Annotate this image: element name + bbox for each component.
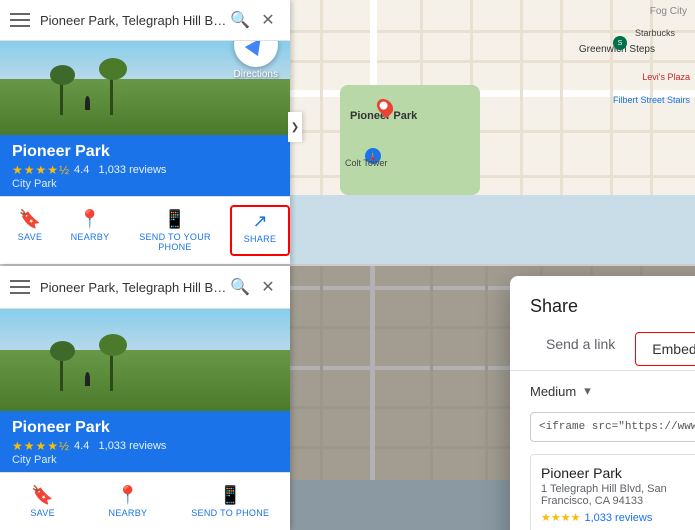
levis-label: Levi's Plaza [642, 72, 690, 82]
place-image: Directions [0, 41, 290, 135]
action-buttons-bottom: 🔖 SAVE 📍 NEARBY 📱 SEND TO PHONE [0, 472, 290, 530]
place-type-top: City Park [12, 178, 278, 190]
save-label: SAVE [18, 232, 43, 242]
tab-send-link[interactable]: Send a link [530, 328, 631, 371]
search-text-bottom: Pioneer Park, Telegraph Hill Boul [40, 280, 228, 295]
send-to-phone-button[interactable]: 📱 SEND TO YOUR PHONE [120, 205, 230, 256]
stars-top: ★★★★½ [12, 163, 70, 177]
filbert-label: Filbert Street Stairs [613, 95, 690, 105]
map-area-top: Fog City Pioneer Park 🗼 Colt Tower Green… [290, 0, 695, 264]
nearby-icon-bottom: 📍 [117, 485, 139, 506]
fog-city-label: Fog City [650, 6, 687, 17]
share-tabs: Send a link Embed a map [510, 328, 695, 371]
share-icon: ↗ [252, 211, 267, 232]
preview-rating-row: ★★★★ 1,033 reviews [541, 511, 695, 524]
preview-stars: ★★★★ [541, 511, 580, 524]
size-dropdown-arrow: ▾ [584, 383, 591, 399]
bottom-panel: Pioneer Park, Telegraph Hill Boul 🔍 ✕ Pi… [0, 264, 695, 528]
directions-button[interactable]: Directions [234, 41, 278, 80]
search-button[interactable]: 🔍 [228, 8, 252, 32]
size-row: Medium ▾ [530, 383, 695, 399]
map-preview-left: Pioneer Park 1 Telegraph Hill Blvd, San … [531, 455, 695, 530]
preview-place-name: Pioneer Park [541, 465, 695, 481]
place-name-bottom: Pioneer Park [12, 419, 278, 437]
starbucks-label: Starbucks [635, 28, 675, 38]
map-pin [378, 98, 392, 116]
place-info-top: Pioneer Park ★★★★½ 4.4 1,033 reviews Cit… [0, 135, 290, 196]
nearby-label-bottom: NEARBY [109, 508, 148, 518]
share-modal-title: Share [530, 296, 578, 317]
html-input[interactable]: <iframe src="https://www.google.com/maps… [530, 412, 695, 442]
close-button[interactable]: ✕ [256, 8, 280, 32]
hamburger-icon-bottom[interactable] [10, 280, 30, 294]
close-button-bottom[interactable]: ✕ [256, 275, 280, 299]
send-label-bottom: SEND TO PHONE [191, 508, 269, 518]
action-buttons-top: 🔖 SAVE 📍 NEARBY 📱 SEND TO YOUR PHONE ↗ S… [0, 196, 290, 264]
send-button-bottom[interactable]: 📱 SEND TO PHONE [183, 481, 277, 522]
save-button-bottom[interactable]: 🔖 SAVE [13, 481, 73, 522]
share-modal-header: Share × [510, 276, 695, 328]
hamburger-icon[interactable] [10, 13, 30, 27]
nearby-icon: 📍 [79, 209, 101, 230]
directions-label: Directions [234, 69, 278, 80]
share-modal-overlay: Share × Send a link Embed a map Medium ▾… [290, 266, 695, 530]
place-rating-row-bottom: ★★★★½ 4.4 1,033 reviews [12, 439, 278, 453]
place-info-bottom: Pioneer Park ★★★★½ 4.4 1,033 reviews Cit… [0, 411, 290, 472]
top-panel: Pioneer Park, Telegraph Hill Boul 🔍 ✕ Di… [0, 0, 695, 264]
send-icon-bottom: 📱 [219, 485, 241, 506]
share-label: SHARE [244, 234, 277, 244]
nearby-label: NEARBY [71, 232, 110, 242]
size-label: Medium [530, 384, 576, 399]
nearby-button-top[interactable]: 📍 NEARBY [60, 205, 120, 256]
colt-tower-label: Colt Tower [345, 158, 387, 168]
html-row: <iframe src="https://www.google.com/maps… [530, 409, 695, 444]
bottom-right-area: Share × Send a link Embed a map Medium ▾… [290, 266, 695, 530]
map-preview: Pioneer Park 1 Telegraph Hill Blvd, San … [530, 454, 695, 530]
search-bar-bottom: Pioneer Park, Telegraph Hill Boul 🔍 ✕ [0, 266, 290, 309]
tab-embed-map[interactable]: Embed a map [635, 332, 695, 366]
place-name-top: Pioneer Park [12, 143, 278, 161]
collapse-arrow[interactable]: ❯ [288, 112, 302, 142]
search-text: Pioneer Park, Telegraph Hill Boul [40, 13, 228, 28]
starbucks-marker: S [613, 36, 627, 50]
rating-num-bottom: 4.4 1,033 reviews [74, 440, 166, 452]
preview-address: 1 Telegraph Hill Blvd, San Francisco, CA… [541, 483, 695, 507]
directions-arrow-icon [245, 41, 267, 56]
share-body: Medium ▾ <iframe src="https://www.google… [510, 371, 695, 530]
phone-icon: 📱 [164, 209, 186, 230]
search-bar: Pioneer Park, Telegraph Hill Boul 🔍 ✕ [0, 0, 290, 41]
save-label-bottom: SAVE [30, 508, 55, 518]
place-type-bottom: City Park [12, 454, 278, 466]
directions-circle [234, 41, 278, 67]
save-icon-bottom: 🔖 [31, 485, 53, 506]
save-icon: 🔖 [19, 209, 41, 230]
place-image-bottom [0, 309, 290, 411]
sidebar-top: Pioneer Park, Telegraph Hill Boul 🔍 ✕ Di… [0, 0, 290, 264]
place-rating-row-top: ★★★★½ 4.4 1,033 reviews [12, 163, 278, 177]
search-button-bottom[interactable]: 🔍 [228, 275, 252, 299]
share-button-top[interactable]: ↗ SHARE [230, 205, 290, 256]
sidebar-bottom: Pioneer Park, Telegraph Hill Boul 🔍 ✕ Pi… [0, 266, 290, 530]
rating-num-top: 4.4 1,033 reviews [74, 164, 166, 176]
share-modal: Share × Send a link Embed a map Medium ▾… [510, 276, 695, 530]
nearby-button-bottom[interactable]: 📍 NEARBY [98, 481, 158, 522]
preview-reviews: 1,033 reviews [584, 512, 652, 524]
stars-bottom: ★★★★½ [12, 439, 70, 453]
save-button-top[interactable]: 🔖 SAVE [0, 205, 60, 256]
map-background-top[interactable]: Fog City Pioneer Park 🗼 Colt Tower Green… [290, 0, 695, 264]
send-to-phone-label: SEND TO YOUR PHONE [128, 232, 222, 252]
